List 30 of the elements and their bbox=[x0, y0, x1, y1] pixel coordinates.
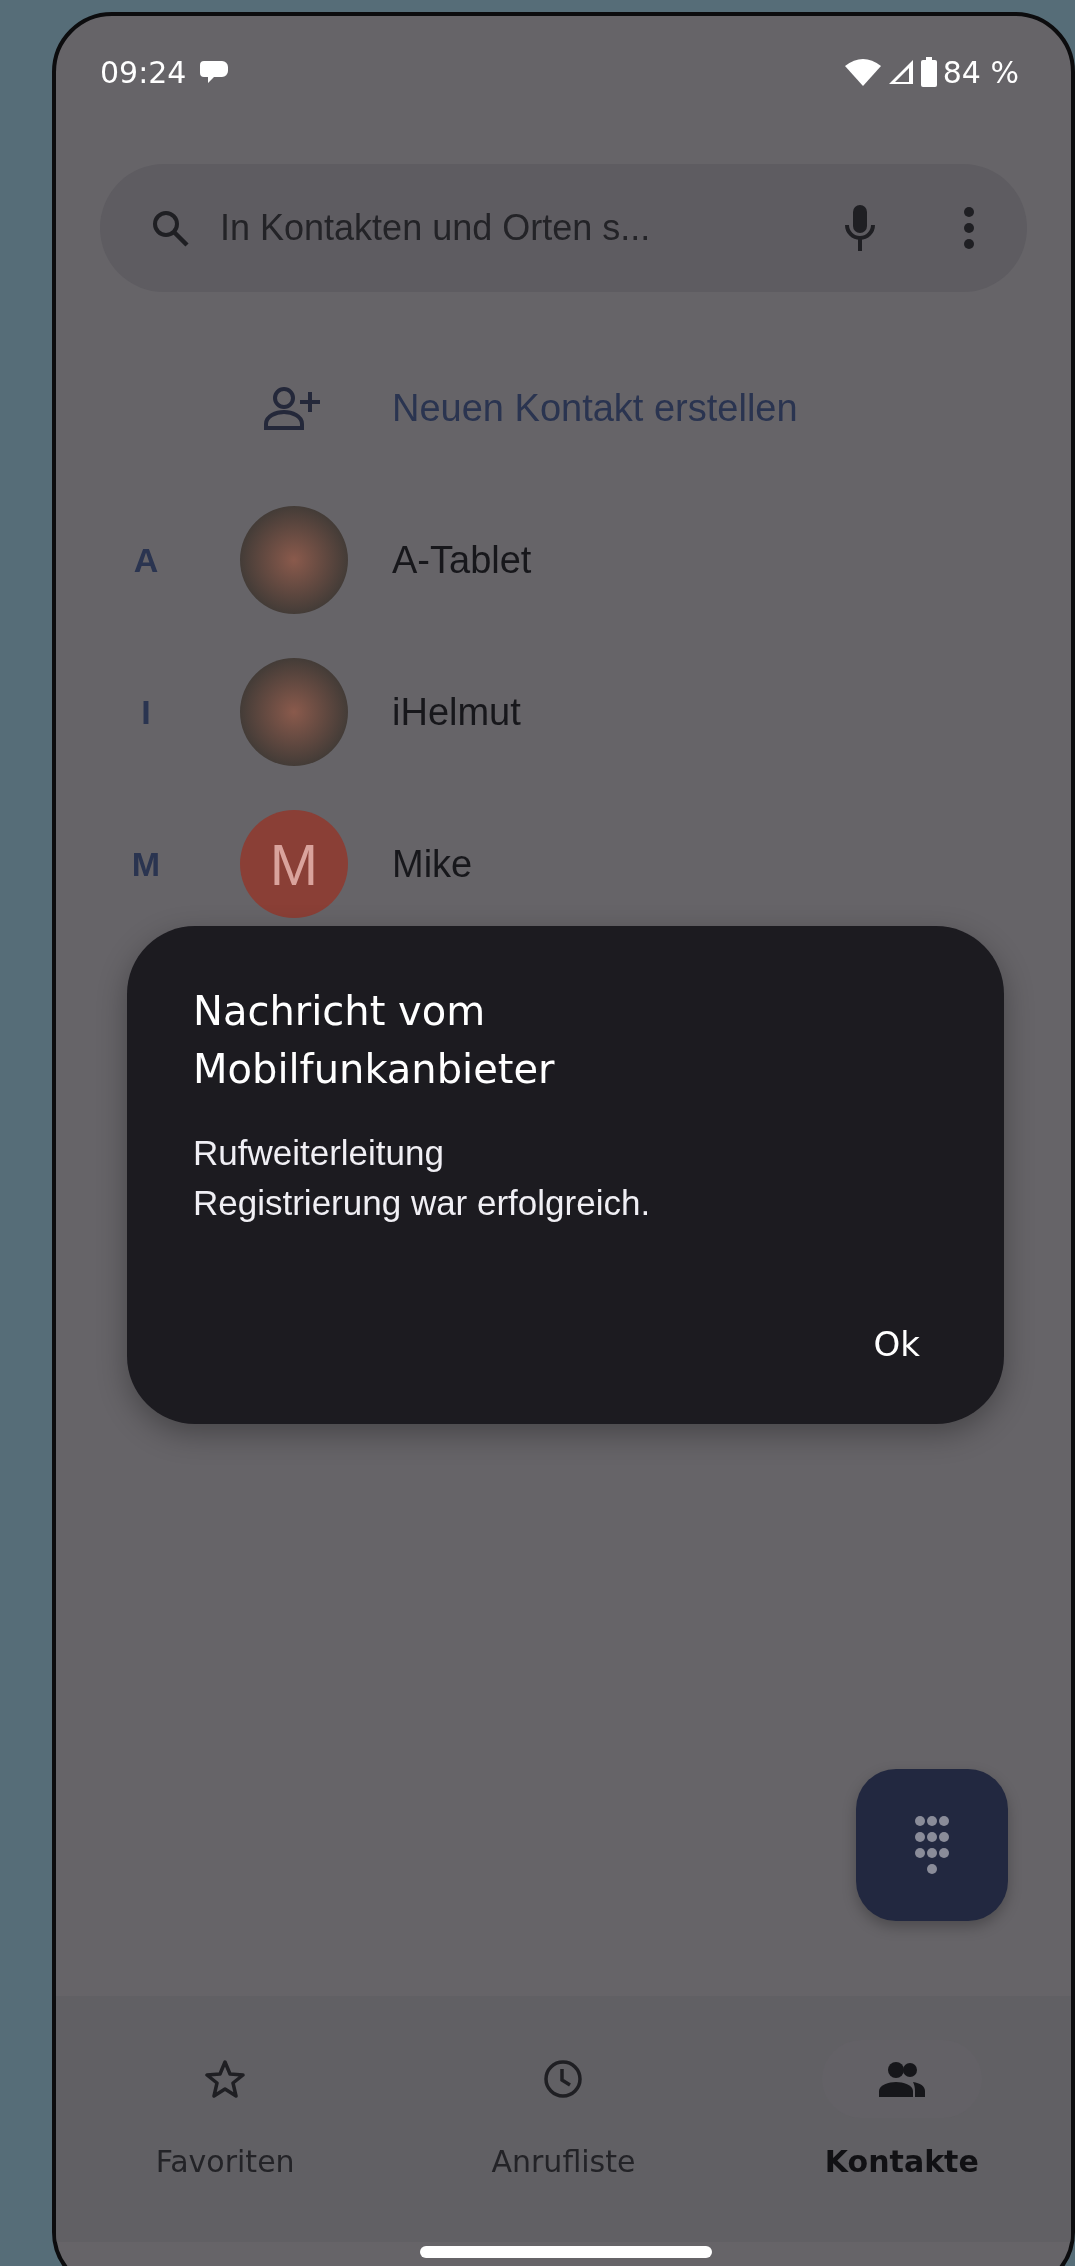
microphone-icon[interactable] bbox=[845, 205, 875, 251]
dialpad-icon bbox=[914, 1815, 950, 1875]
section-letter: M bbox=[131, 844, 161, 884]
search-field[interactable]: In Kontakten und Orten s... bbox=[218, 206, 817, 250]
contact-row[interactable]: I iHelmut bbox=[56, 636, 1071, 788]
battery-percent: 84 % bbox=[942, 54, 1019, 90]
dialog-message: Rufweiterleitung Registrierung war erfolgreich. bbox=[193, 1132, 652, 1224]
new-contact-row[interactable]: Neuen Kontakt erstellen bbox=[56, 332, 1071, 484]
star-icon bbox=[205, 2058, 246, 2099]
dialpad-button[interactable] bbox=[856, 1769, 1008, 1921]
ok-button[interactable]: Ok bbox=[855, 1314, 938, 1374]
people-icon bbox=[878, 2060, 925, 2097]
letter-avatar: M bbox=[240, 810, 348, 918]
nav-tab[interactable]: Kontakte bbox=[732, 1996, 1071, 2222]
dialog-title: Nachricht vom Mobilfunkanbieter bbox=[193, 987, 556, 1094]
section-letter: A bbox=[133, 540, 159, 580]
search-icon bbox=[150, 208, 190, 248]
clock-icon bbox=[543, 2058, 584, 2099]
nav-tab[interactable]: Favoriten bbox=[56, 1996, 395, 2222]
contact-name: A-Tablet bbox=[392, 538, 532, 582]
battery-icon bbox=[920, 57, 937, 87]
nav-tab[interactable]: Anrufliste bbox=[394, 1996, 733, 2222]
status-time: 09:24 bbox=[100, 54, 187, 90]
more-options-icon[interactable] bbox=[963, 206, 975, 250]
contact-name: Mike bbox=[392, 842, 473, 886]
contact-name: iHelmut bbox=[392, 690, 521, 734]
contact-row[interactable]: M M Mike bbox=[56, 788, 1071, 940]
section-letter: I bbox=[141, 692, 151, 732]
wifi-icon bbox=[844, 58, 881, 86]
contact-row[interactable]: A A-Tablet bbox=[56, 484, 1071, 636]
